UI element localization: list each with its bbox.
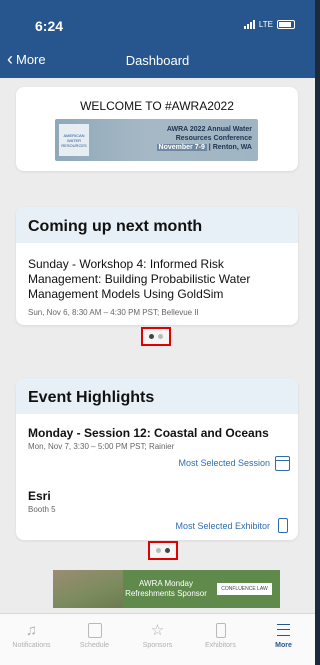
tab-more[interactable]: More [256, 614, 312, 665]
welcome-card[interactable]: WELCOME TO #AWRA2022 AMERICAN WATER RESO… [16, 87, 298, 171]
sponsor-logo: CONFLUENCE LAW [209, 583, 280, 595]
exhibitor-badge-icon[interactable] [278, 518, 288, 533]
tab-schedule[interactable]: Schedule [67, 614, 123, 665]
sponsor-banner[interactable]: AWRA Monday Refreshments Sponsor CONFLUE… [53, 570, 280, 608]
tab-label: Sponsors [142, 642, 173, 649]
most-selected-session-tag: Most Selected Session [178, 458, 270, 468]
sponsor-line2: Refreshments Sponsor [125, 589, 207, 598]
event-time: Sun, Nov 6, 8:30 AM – 4:30 PM PST; Belle… [28, 308, 199, 317]
welcome-title: WELCOME TO #AWRA2022 [80, 99, 234, 113]
most-selected-exhibitor-tag: Most Selected Exhibitor [175, 521, 270, 531]
status-indicators: LTE [243, 20, 295, 29]
conference-banner[interactable]: AMERICAN WATER RESOURCES AWRA 2022 Annua… [55, 119, 258, 161]
coming-up-title: Coming up next month [28, 218, 203, 235]
banner-dates: November 7-9 [156, 144, 207, 151]
bell-icon: ♫ [25, 621, 38, 639]
carousel-dot[interactable] [149, 334, 154, 339]
badge-icon [193, 618, 249, 642]
event-title[interactable]: Sunday - Workshop 4: Informed Risk Manag… [28, 257, 290, 302]
carousel-dot[interactable] [158, 334, 163, 339]
session-title: Monday - Session 12: Coastal and Oceans [28, 426, 269, 440]
calendar-icon [67, 618, 123, 642]
awra-logo: AMERICAN WATER RESOURCES [59, 124, 89, 156]
carousel-dots-coming-up[interactable] [141, 327, 171, 346]
banner-text: AWRA 2022 Annual Water Resources Confere… [156, 125, 252, 152]
calendar-icon[interactable] [275, 456, 290, 471]
highlights-title: Event Highlights [28, 389, 155, 406]
banner-location: Renton, WA [212, 144, 252, 151]
tab-label: Notifications [12, 642, 51, 649]
banner-line1: AWRA 2022 Annual Water [166, 126, 252, 133]
network-label: LTE [258, 20, 273, 29]
dashboard-screen: 6:24 LTE ‹ More Dashboard WELCOME TO #AW… [0, 0, 315, 665]
tab-label: Schedule [79, 642, 110, 649]
sponsor-line1: AWRA Monday [139, 579, 193, 588]
battery-icon [277, 20, 295, 29]
tab-bar: ♫ Notifications Schedule ☆ Sponsors Exhi… [0, 613, 315, 665]
sponsor-photo [53, 570, 123, 608]
menu-icon [256, 618, 312, 642]
carousel-dot[interactable] [156, 548, 161, 553]
highlights-header: Event Highlights [16, 378, 298, 414]
session-time: Mon, Nov 7, 3:30 – 5:00 PM PST; Rainier [28, 442, 175, 451]
exhibitor-booth: Booth 5 [28, 505, 56, 514]
banner-line2: Resources Conference [175, 135, 252, 142]
status-time: 6:24 [35, 18, 64, 34]
star-icon: ☆ [150, 622, 165, 639]
tab-label: Exhibitors [205, 642, 236, 649]
page-title: Dashboard [125, 53, 190, 68]
top-bar: 6:24 LTE ‹ More Dashboard [0, 0, 315, 78]
tab-notifications[interactable]: ♫ Notifications [4, 614, 60, 665]
tab-sponsors[interactable]: ☆ Sponsors [130, 614, 186, 665]
coming-up-card[interactable]: Coming up next month Sunday - Workshop 4… [16, 207, 298, 325]
coming-up-header: Coming up next month [16, 207, 298, 243]
sponsor-logo-text: CONFLUENCE LAW [217, 583, 272, 595]
signal-icon [243, 20, 255, 29]
carousel-dots-highlights[interactable] [148, 541, 178, 560]
highlights-card[interactable]: Event Highlights Monday - Session 12: Co… [16, 378, 298, 540]
sponsor-text: AWRA Monday Refreshments Sponsor [123, 579, 209, 599]
carousel-dot[interactable] [165, 548, 170, 553]
exhibitor-item[interactable]: Esri Booth 5 [28, 489, 290, 514]
banner-date-location: November 7-9 | Renton, WA [156, 143, 252, 152]
exhibitor-name: Esri [28, 489, 51, 503]
tab-exhibitors[interactable]: Exhibitors [193, 614, 249, 665]
tab-label: More [275, 642, 292, 649]
session-item[interactable]: Monday - Session 12: Coastal and Oceans … [28, 426, 290, 451]
banner-separator: | [208, 144, 211, 151]
